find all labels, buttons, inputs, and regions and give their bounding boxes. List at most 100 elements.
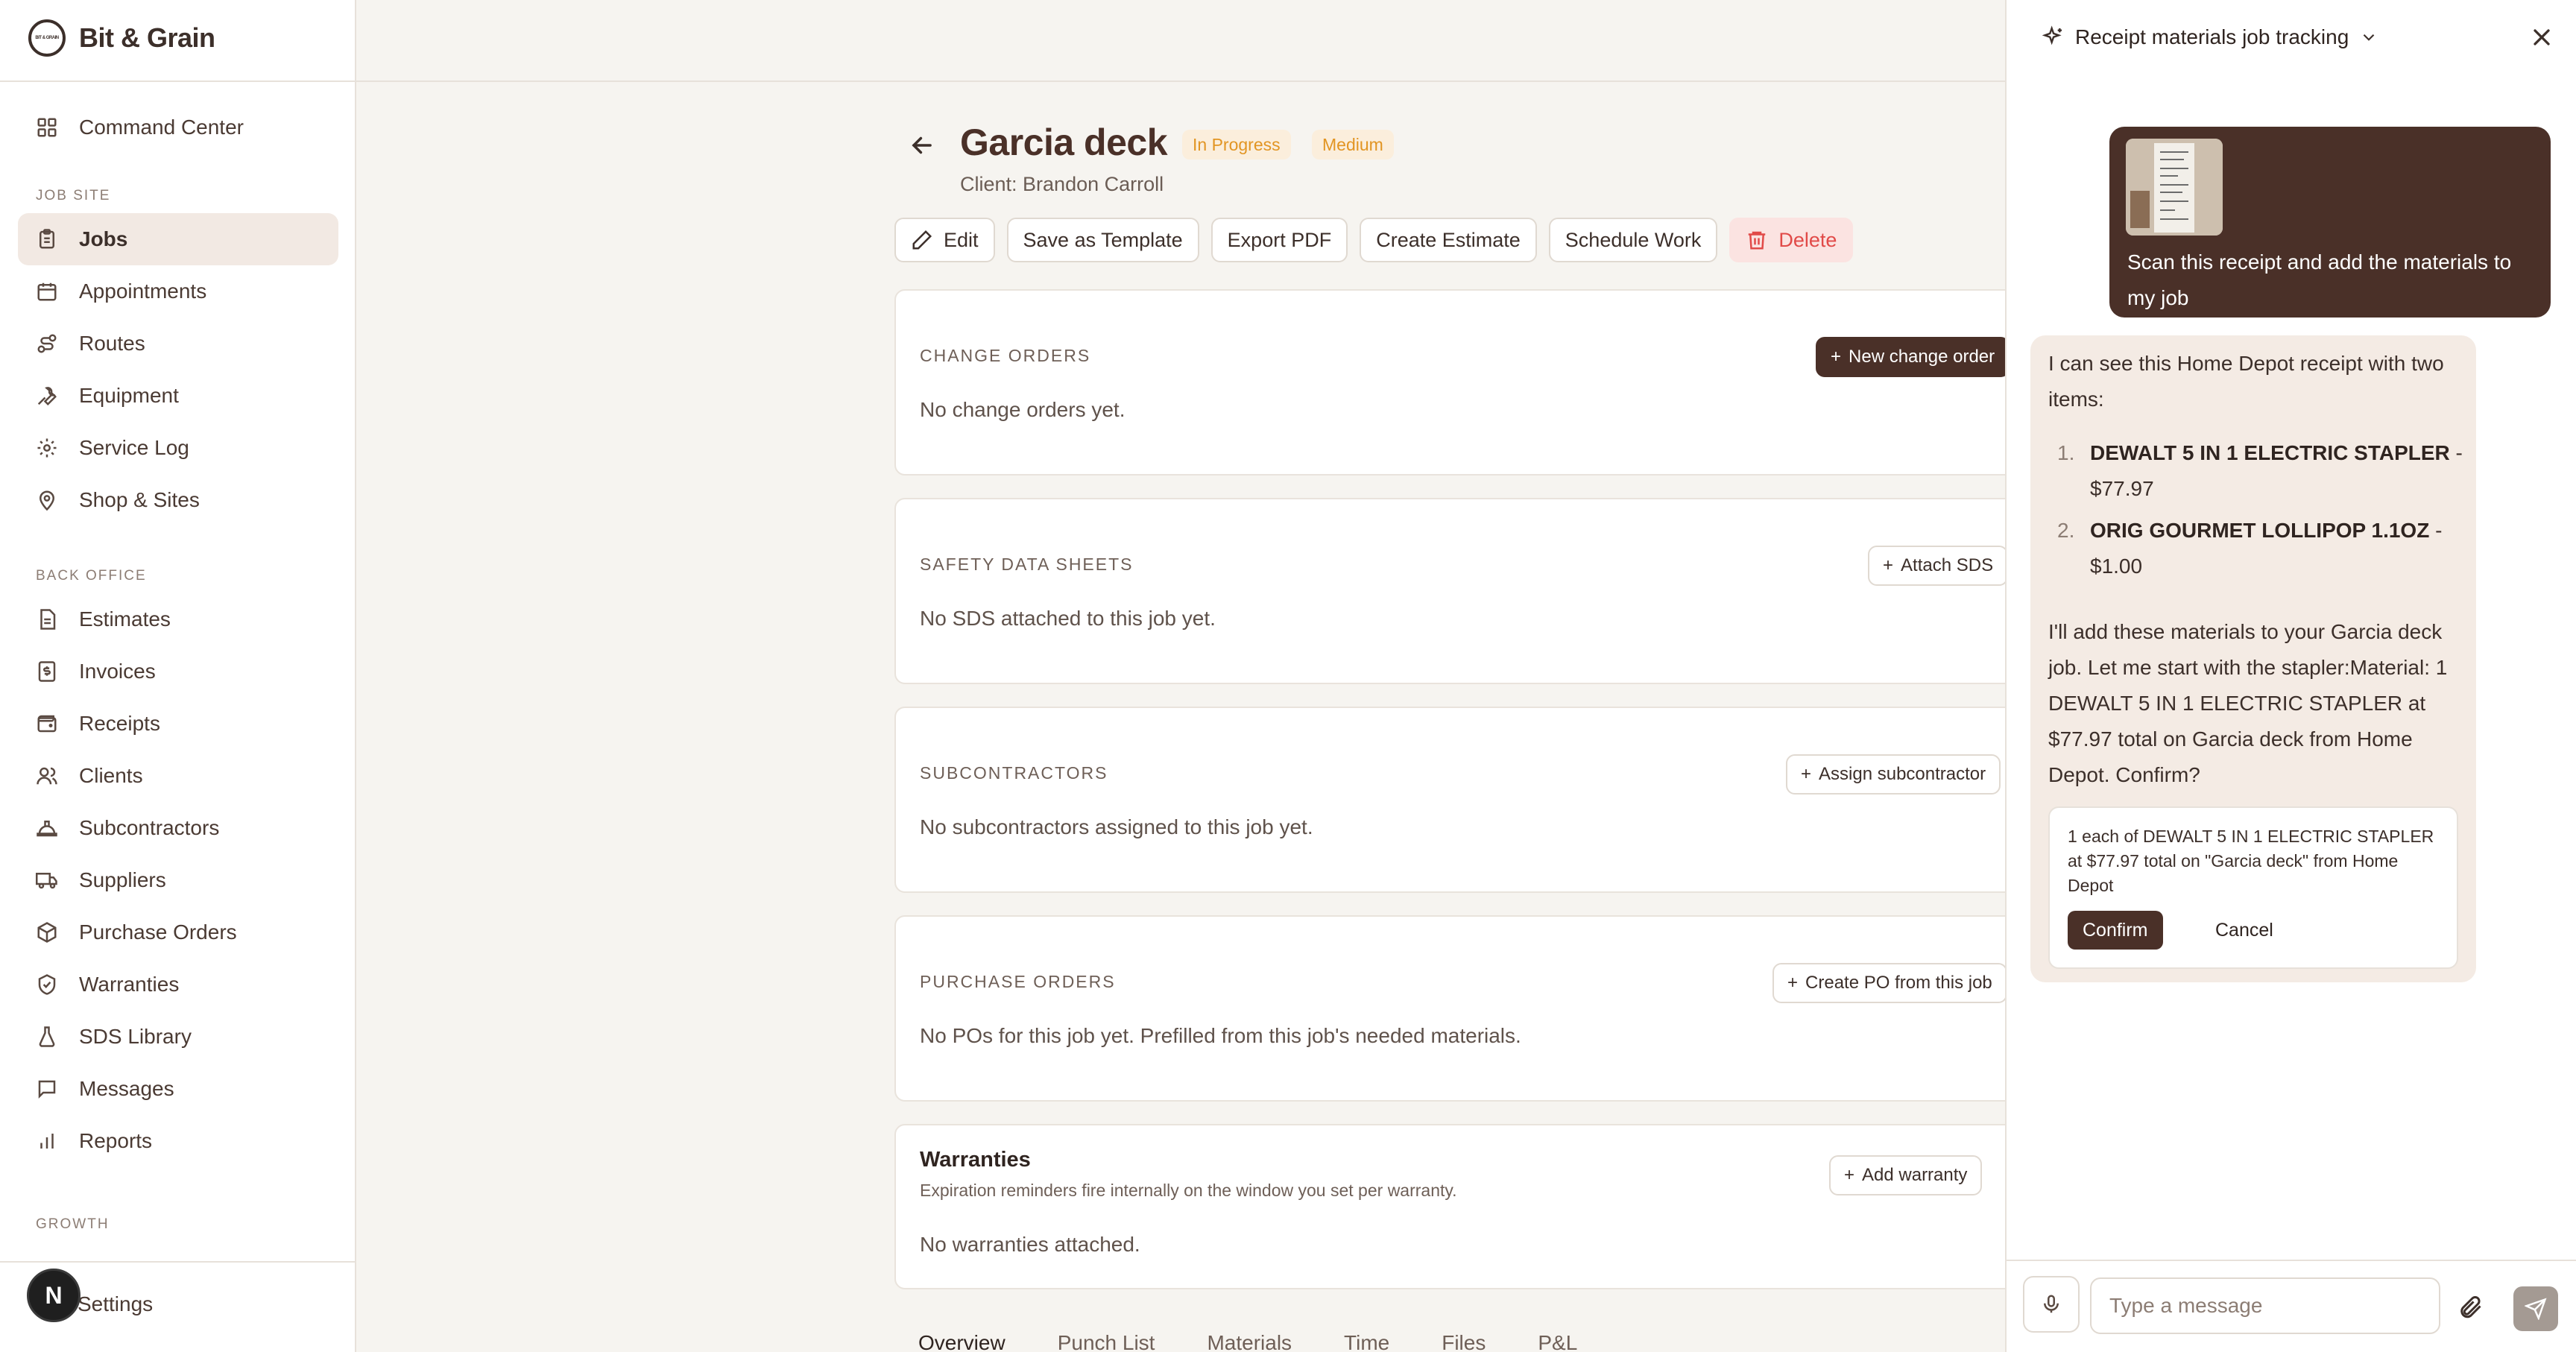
confirmation-text: 1 each of DEWALT 5 IN 1 ELECTRIC STAPLER… [2068,827,2434,895]
sidebar-item-settings[interactable]: Settings [78,1292,153,1316]
close-icon[interactable] [2528,24,2555,51]
sidebar-item-equipment[interactable]: Equipment [18,370,338,422]
sidebar-item-label: Routes [79,332,145,355]
create-estimate-button[interactable]: Create Estimate [1360,218,1537,262]
tab-overview[interactable]: Overview [918,1331,1006,1352]
sidebar-item-jobs[interactable]: Jobs [18,213,338,265]
tab-files[interactable]: Files [1442,1331,1486,1352]
tab-materials[interactable]: Materials [1207,1331,1292,1352]
sidebar-item-label: Shop & Sites [79,488,200,511]
sidebar-item-reports[interactable]: Reports [18,1115,338,1167]
tab-pl[interactable]: P&L [1538,1331,1577,1352]
route-icon [37,334,57,353]
section-label-back-office: BACK OFFICE [36,568,147,584]
cancel-button[interactable]: Cancel [2202,911,2287,950]
sidebar-item-routes[interactable]: Routes [18,318,338,370]
sidebar-item-invoices[interactable]: Invoices [18,645,338,698]
trash-icon [1749,231,1766,250]
dollar-file-icon [38,661,56,682]
edit-button[interactable]: Edit [894,218,995,262]
bar-chart-icon [40,1134,54,1149]
avatar[interactable]: N [27,1269,80,1322]
delete-button[interactable]: Delete [1729,218,1854,262]
status-badge: In Progress [1182,130,1291,159]
send-button[interactable] [2513,1286,2558,1331]
create-po-button[interactable]: + Create PO from this job [1772,963,2005,1003]
item-name: ORIG GOURMET LOLLIPOP 1.1OZ [2090,519,2430,542]
nav-back-office: Estimates Invoices Receipts Clients Subc… [18,593,338,1167]
add-warranty-button[interactable]: + Add warranty [1829,1155,1983,1195]
empty-state: No POs for this job yet. Prefilled from … [920,1024,1521,1047]
sidebar-item-messages[interactable]: Messages [18,1063,338,1115]
tab-punch-list[interactable]: Punch List [1058,1331,1155,1352]
button-label: New change order [1849,347,1995,367]
sidebar-item-label: Equipment [79,384,179,407]
purchase-orders-card: PURCHASE ORDERS + Create PO from this jo… [894,915,2005,1102]
message-input[interactable] [2090,1277,2440,1334]
shield-check-icon [38,974,56,995]
assistant-panel: Receipt materials job tracking Scan this… [2005,0,2576,1352]
sidebar-item-appointments[interactable]: Appointments [18,265,338,318]
file-icon [40,609,56,630]
change-orders-card: CHANGE ORDERS + New change order No chan… [894,289,2005,476]
confirm-button[interactable]: Confirm [2068,911,2163,950]
sidebar-item-estimates[interactable]: Estimates [18,593,338,645]
sidebar-item-label: Purchase Orders [79,920,237,944]
sidebar-item-suppliers[interactable]: Suppliers [18,854,338,906]
card-label: CHANGE ORDERS [920,346,1091,365]
tab-time[interactable]: Time [1344,1331,1389,1352]
map-pin-icon [39,490,55,511]
conversation-selector[interactable]: Receipt materials job tracking [2041,25,2378,49]
user-message-text: Scan this receipt and add the materials … [2127,250,2512,309]
sidebar-item-clients[interactable]: Clients [18,750,338,802]
sidebar-bottom-divider [0,1261,355,1263]
safety-data-sheets-card: SAFETY DATA SHEETS + Attach SDS No SDS a… [894,498,2005,684]
grid-icon [37,118,57,137]
brand[interactable]: BIT & GRAIN Bit & Grain [28,19,215,57]
assign-subcontractor-button[interactable]: + Assign subcontractor [1786,754,2001,795]
sidebar-item-service-log[interactable]: Service Log [18,422,338,474]
calendar-icon [37,282,57,301]
brand-logo: BIT & GRAIN [28,19,66,57]
sidebar-item-label: Command Center [79,116,244,139]
logo-text: BIT & GRAIN [35,36,59,40]
sidebar-item-purchase-orders[interactable]: Purchase Orders [18,906,338,958]
schedule-work-button[interactable]: Schedule Work [1548,218,1718,262]
item-number: 2. [2057,519,2075,542]
plus-icon: + [1801,764,1812,784]
new-change-order-button[interactable]: + New change order [1816,337,2005,377]
list-item: 2. ORIG GOURMET LOLLIPOP 1.1OZ - $1.00 [2048,513,2466,584]
sidebar-item-label: Receipts [79,712,160,735]
list-item: 1. DEWALT 5 IN 1 ELECTRIC STAPLER - $77.… [2048,435,2466,507]
sidebar-item-warranties[interactable]: Warranties [18,958,338,1011]
sidebar-item-receipts[interactable]: Receipts [18,698,338,750]
sparkle-icon [2042,25,2062,45]
sidebar-item-shop-sites[interactable]: Shop & Sites [18,474,338,526]
sidebar-item-label: Jobs [79,227,128,250]
sidebar-item-label: Reports [79,1129,153,1152]
button-label: Assign subcontractor [1819,764,1986,784]
save-as-template-button[interactable]: Save as Template [1006,218,1199,262]
sidebar-item-subcontractors[interactable]: Subcontractors [18,802,338,854]
pencil-icon [912,230,932,250]
paperclip-icon[interactable] [2457,1294,2484,1321]
back-arrow-icon[interactable] [908,131,936,159]
card-subtitle: Expiration reminders fire internally on … [920,1181,1457,1200]
export-pdf-button[interactable]: Export PDF [1210,218,1348,262]
plus-icon: + [1844,1165,1855,1185]
job-detail: Garcia deck In Progress Medium Client: B… [356,82,2005,1352]
chat-header: Receipt materials job tracking [2007,0,2576,79]
card-label: SAFETY DATA SHEETS [920,555,1134,574]
attach-sds-button[interactable]: + Attach SDS [1868,546,2005,586]
sidebar-item-label: Subcontractors [79,816,220,839]
empty-state: No SDS attached to this job yet. [920,607,1216,630]
receipt-thumbnail[interactable] [2126,139,2223,236]
nav-job-site: Jobs Appointments Routes Equipment Servi… [18,213,338,526]
sidebar-item-command-center[interactable]: Command Center [18,101,338,154]
sidebar-item-sds-library[interactable]: SDS Library [18,1011,338,1063]
microphone-button[interactable] [2023,1276,2080,1333]
edit-label: Edit [944,228,979,251]
box-icon [37,922,57,943]
card-label: PURCHASE ORDERS [920,972,1116,991]
client-name: Client: Brandon Carroll [960,173,1164,195]
